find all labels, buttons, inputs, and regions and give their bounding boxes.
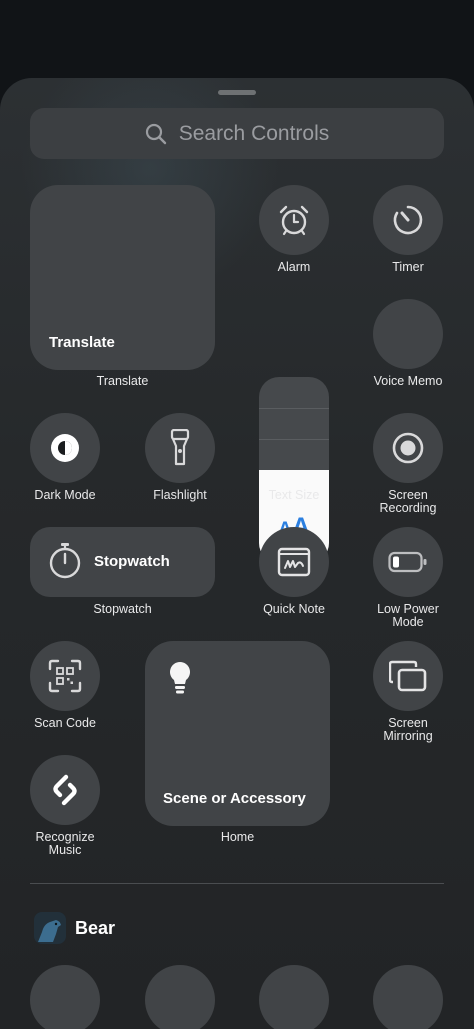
bear-control-1[interactable] [30,965,100,1029]
slider-segment-divider [259,439,329,440]
bear-control-4[interactable] [373,965,443,1029]
screen-mirroring-icon [389,660,427,692]
voice-memo-control[interactable] [373,299,443,369]
search-controls-field[interactable]: Search Controls [30,108,444,159]
scan-code-label: Scan Code [34,716,96,730]
section-divider [30,883,444,884]
timer-icon [393,205,423,235]
alarm-control[interactable] [259,185,329,255]
bear-logo-icon [34,912,66,944]
search-icon [145,123,166,144]
battery-icon [388,551,427,573]
timer-control[interactable] [373,185,443,255]
home-tile-title: Scene or Accessory [163,790,306,807]
alarm-label: Alarm [277,260,311,274]
timer-label: Timer [392,260,424,274]
lightbulb-icon [170,662,190,694]
translate-control[interactable]: Translate [30,185,215,370]
home-label: Home [220,830,255,844]
screen-recording-control[interactable] [373,413,443,483]
quick-note-icon [277,547,311,577]
flashlight-icon [170,429,190,466]
slider-segment-divider [259,408,329,409]
quick-note-label: Quick Note [263,602,325,616]
voice-memo-label: Voice Memo [373,374,443,388]
bear-control-2[interactable] [145,965,215,1029]
text-size-label: Text Size [268,488,320,502]
low-power-mode-label: Low Power Mode [377,602,439,629]
translate-label: Translate [96,374,149,388]
bear-control-3[interactable] [259,965,329,1029]
screen-recording-label: Screen Recording [379,488,437,515]
recognize-music-control[interactable] [30,755,100,825]
search-placeholder: Search Controls [178,121,330,145]
alarm-clock-icon [279,205,309,236]
stopwatch-control[interactable]: Stopwatch [30,527,215,597]
translate-tile-title: Translate [49,334,115,351]
home-control[interactable]: Scene or Accessory [145,641,330,826]
stopwatch-label: Stopwatch [93,602,152,616]
record-icon [392,432,424,464]
screen-mirroring-control[interactable] [373,641,443,711]
low-power-mode-control[interactable] [373,527,443,597]
shazam-icon [53,774,77,806]
quick-note-control[interactable] [259,527,329,597]
dark-mode-label: Dark Mode [34,488,96,502]
recognize-music-label: Recognize Music [35,830,95,857]
screen-mirroring-label: Screen Mirroring [383,716,433,743]
bear-app-icon [34,912,66,944]
flashlight-control[interactable] [145,413,215,483]
sheet-grabber[interactable] [218,90,256,95]
app-section-title: Bear [75,918,116,938]
stopwatch-icon [49,543,81,579]
controls-gallery-sheet: Search Controls Translate Translate Alar… [0,78,474,1029]
scan-code-control[interactable] [30,641,100,711]
dark-mode-icon [51,434,79,462]
dark-mode-control[interactable] [30,413,100,483]
stopwatch-tile-title: Stopwatch [94,553,170,570]
flashlight-label: Flashlight [153,488,207,502]
qr-scanner-icon [48,659,82,693]
